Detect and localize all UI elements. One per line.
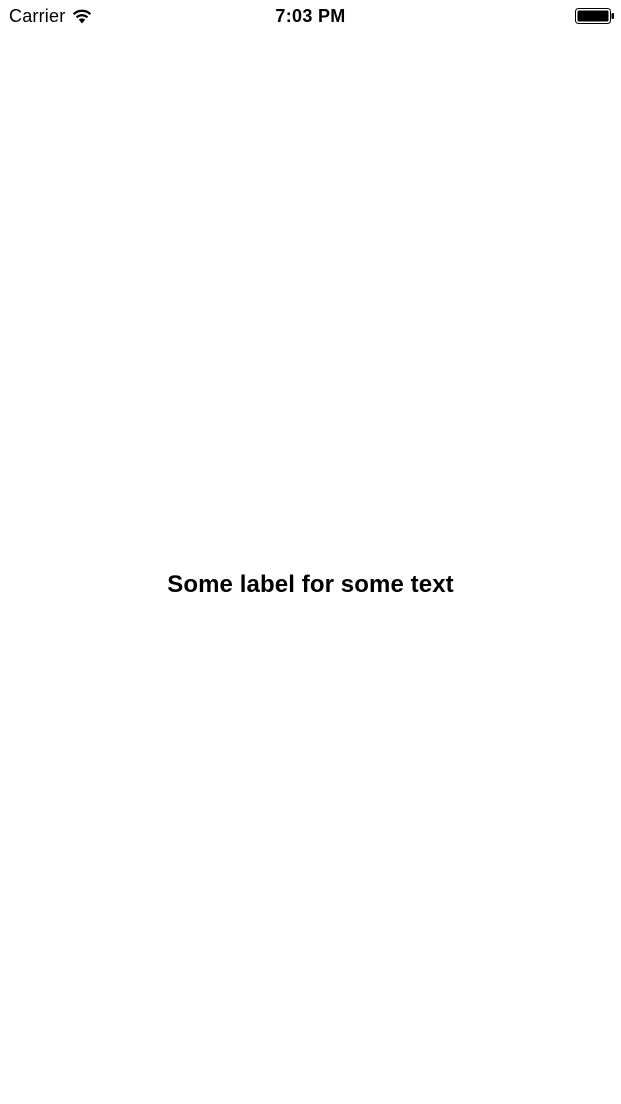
content-area: Some label for some text [0, 32, 621, 1104]
center-label: Some label for some text [167, 571, 454, 598]
status-time: 7:03 PM [275, 6, 346, 26]
battery-full-icon [575, 8, 614, 24]
status-bar: Carrier 7:03 PM [0, 0, 621, 32]
app-screen: Carrier 7:03 PM Some label for some text [0, 0, 621, 1104]
